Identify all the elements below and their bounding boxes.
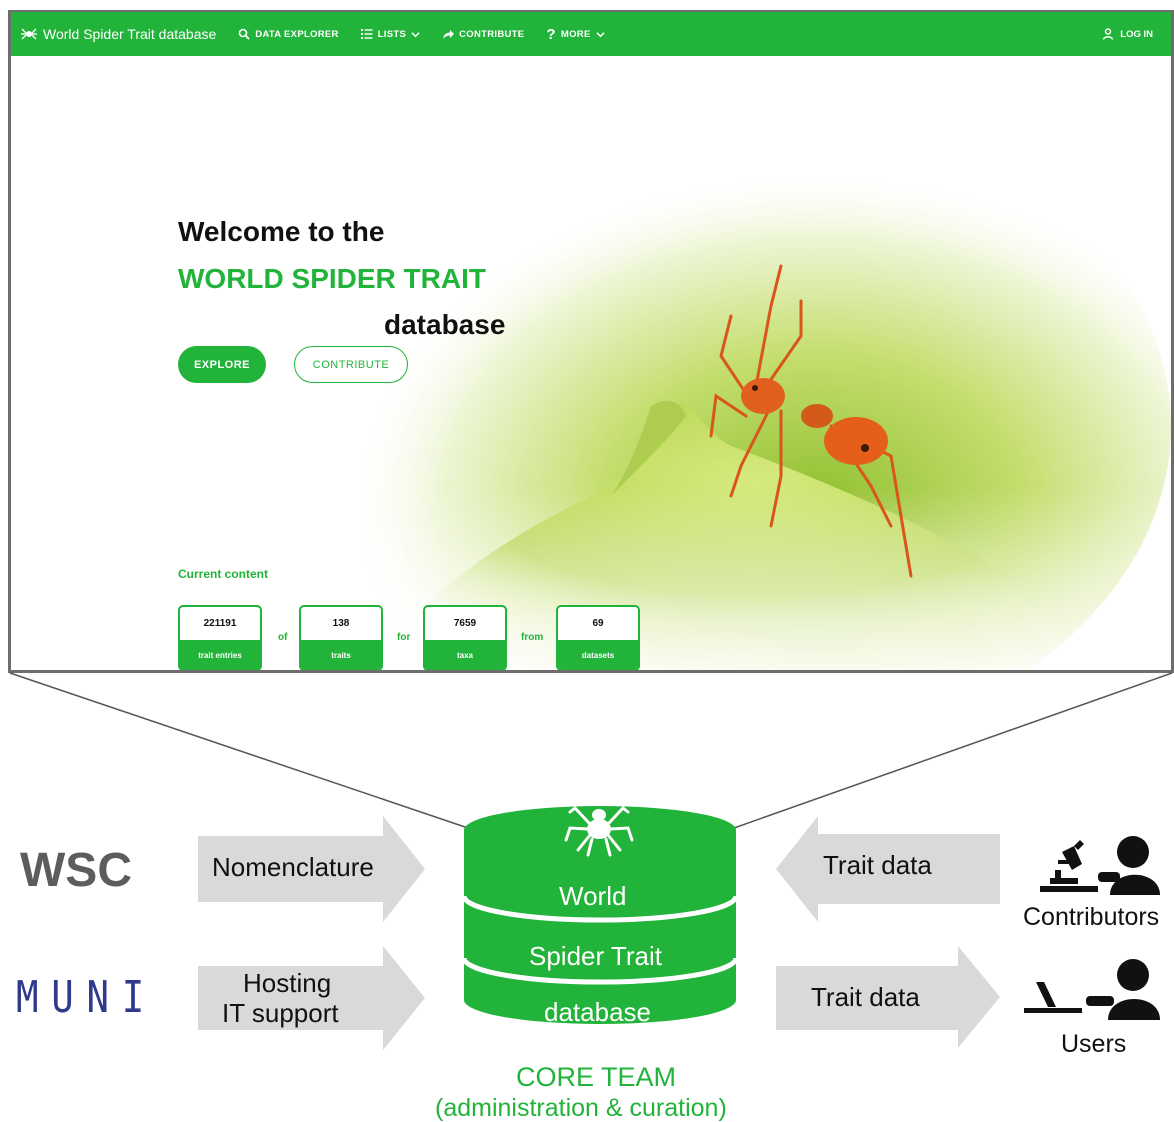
stat-taxa: 7659 taxa <box>423 605 507 670</box>
welcome-heading-highlight: WORLD SPIDER TRAIT <box>178 263 486 294</box>
user-person-icon <box>1086 959 1160 1020</box>
nav-contribute-label: CONTRIBUTE <box>459 28 525 40</box>
explore-button[interactable]: EXPLORE <box>178 346 266 383</box>
connector-from: from <box>521 632 544 643</box>
arrow-label-hosting: Hosting <box>243 968 332 998</box>
stat-label: traits <box>301 640 381 669</box>
stat-value: 7659 <box>453 618 477 629</box>
navbar: World Spider Trait database DATA EXPLORE… <box>11 12 1171 56</box>
core-team-title: CORE TEAM <box>516 1062 677 1092</box>
zoom-line-right <box>733 672 1173 829</box>
stat-label: taxa <box>425 640 505 669</box>
nav-lists[interactable]: LISTS <box>360 28 420 40</box>
db-layer-database: database <box>544 997 651 1027</box>
current-content-label: Current content <box>178 567 268 581</box>
search-icon <box>238 28 250 40</box>
brand[interactable]: World Spider Trait database <box>21 26 216 42</box>
stat-label: datasets <box>558 640 638 669</box>
stat-datasets: 69 datasets <box>556 605 640 670</box>
arrow-label-trait-data-in: Trait data <box>823 850 932 880</box>
welcome-heading: Welcome to the <box>178 216 385 247</box>
database-cylinder <box>461 805 739 1024</box>
stat-value: 138 <box>332 618 350 629</box>
contributors-label: Contributors <box>1023 903 1160 931</box>
contributor-person-icon <box>1098 836 1160 895</box>
question-icon: ? <box>546 25 556 43</box>
arrow-label-nomenclature: Nomenclature <box>212 852 374 882</box>
user-icon <box>1103 28 1114 40</box>
users-label: Users <box>1061 1030 1127 1058</box>
stat-trait-entries: 221191 trait entries <box>178 605 262 670</box>
nav-data-explorer[interactable]: DATA EXPLORER <box>238 28 338 40</box>
spider-logo-icon <box>21 28 37 40</box>
zoom-line-left <box>9 672 469 829</box>
stat-value: 69 <box>592 618 604 629</box>
share-arrow-icon <box>443 30 455 39</box>
stat-traits: 138 traits <box>299 605 383 670</box>
nav-lists-label: LISTS <box>377 28 407 40</box>
db-layer-world: World <box>559 881 627 911</box>
website-screenshot: World Spider Trait database DATA EXPLORE… <box>8 10 1174 673</box>
brand-title: World Spider Trait database <box>43 26 217 42</box>
arrow-label-trait-data-out: Trait data <box>811 982 920 1012</box>
contribute-button[interactable]: CONTRIBUTE <box>294 346 408 383</box>
login-button[interactable]: LOG IN <box>1103 12 1153 56</box>
nav-data-explorer-label: DATA EXPLORER <box>255 28 339 40</box>
nav-more[interactable]: ? MORE <box>546 25 605 43</box>
db-layer-spider-trait: Spider Trait <box>529 941 662 971</box>
wsc-logo: WSC <box>20 844 132 897</box>
core-team-subtitle: (administration & curation) <box>435 1094 727 1122</box>
arrow-label-it-support: IT support <box>222 998 339 1028</box>
login-label: LOG IN <box>1120 28 1153 40</box>
welcome-heading-end: database <box>384 309 506 340</box>
user-laptop-icon <box>1024 982 1082 1013</box>
connector-of: of <box>278 632 288 643</box>
nav-contribute[interactable]: CONTRIBUTE <box>442 28 524 40</box>
nav-more-label: MORE <box>560 28 591 40</box>
stat-label: trait entries <box>180 640 260 669</box>
muni-logo: MUNI <box>16 972 158 1023</box>
contributor-microscope-icon <box>1040 840 1098 892</box>
list-icon <box>360 29 373 39</box>
hero-section: Welcome to the WORLD SPIDER TRAIT databa… <box>11 56 1171 670</box>
chevron-down-icon <box>411 31 420 37</box>
stat-value: 221191 <box>203 618 237 629</box>
connector-for: for <box>397 632 411 643</box>
chevron-down-icon <box>595 31 605 37</box>
spider-icon <box>564 805 634 857</box>
